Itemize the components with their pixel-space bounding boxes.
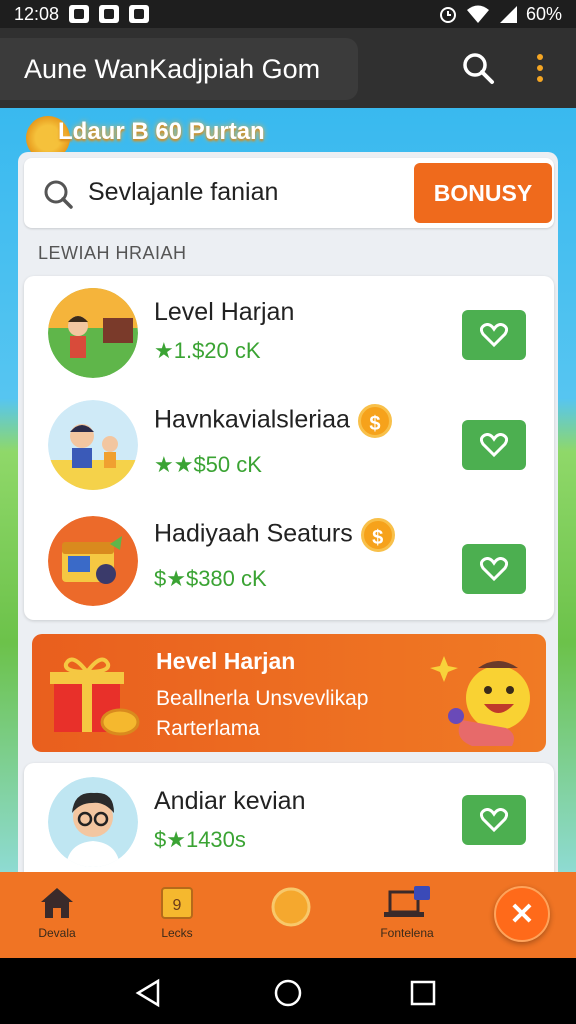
search-icon[interactable] — [460, 50, 496, 86]
heart-check-button[interactable] — [462, 795, 526, 845]
promo-title: Hevel Harjan — [156, 648, 296, 674]
recents-icon[interactable] — [408, 978, 438, 1008]
instagram-icon — [129, 5, 150, 23]
kids-avatar-icon — [48, 400, 138, 490]
row-title: Andiar kevian — [154, 787, 306, 815]
list-item[interactable]: Hadiyaah Seaturs $ $★$380 cK — [24, 504, 554, 618]
nav-item-laptop[interactable]: Fontelena — [362, 886, 452, 948]
heart-icon — [480, 808, 508, 832]
nav-item-compass[interactable] — [246, 886, 336, 948]
row-reward: ★1.$20 cK — [154, 338, 261, 363]
bottom-navigation: Devala 9 Lecks Fontelena ✕ — [0, 872, 576, 958]
heart-icon — [480, 323, 508, 347]
nav-item-home[interactable]: Devala — [12, 886, 102, 948]
home-icon — [41, 888, 73, 918]
banner-text: Ldaur B 60 Purtan — [58, 118, 265, 145]
laptop-icon — [384, 886, 430, 917]
treasure-chest-icon — [48, 516, 138, 606]
bonus-button[interactable]: BONUSY — [414, 163, 552, 223]
svg-text:9: 9 — [173, 897, 182, 914]
signal-icon — [499, 6, 517, 23]
app-title-container: Aune WanKadjpiah Gom — [0, 38, 358, 100]
list-item[interactable]: Andiar kevian $★1430s — [24, 763, 554, 872]
back-icon[interactable] — [134, 978, 164, 1008]
app-title: Aune WanKadjpiah Gom — [24, 53, 321, 84]
more-vert-icon[interactable] — [526, 50, 554, 86]
home-circle-icon[interactable] — [273, 978, 303, 1008]
promo-subtitle: Beallnerla Unsvevlikap Rarterlama — [156, 687, 369, 740]
search-bar: Sevlajanle fanian BONUSY — [24, 158, 554, 228]
smiley-mascot-icon — [430, 656, 530, 746]
app-bar: Aune WanKadjpiah Gom — [0, 28, 576, 108]
nav-label: Fontelena — [380, 926, 434, 940]
nav-label: Devala — [38, 926, 76, 940]
nav-label: Lecks — [161, 926, 193, 940]
list-item[interactable]: Level Harjan ★1.$20 cK — [24, 276, 554, 390]
message-icon — [99, 5, 120, 23]
status-bar: 12:08 60% — [0, 0, 576, 28]
row-title: Hadiyaah Seaturs $ — [154, 518, 395, 552]
row-title: Level Harjan — [154, 298, 295, 326]
boy-avatar-icon — [48, 288, 138, 378]
clock: 12:08 — [14, 3, 60, 24]
close-icon: ✕ — [509, 897, 535, 931]
coin-icon: $ — [357, 404, 392, 438]
wallet-icon: 9 — [161, 887, 193, 919]
gift-box-icon — [50, 657, 140, 736]
section-title: LEWIAH HRAIAH — [38, 243, 187, 263]
task-list: Level Harjan ★1.$20 cK Havnkavialsleriaa… — [24, 276, 554, 620]
main-content: Ldaur B 60 Purtan Sevlajanle fanian BONU… — [0, 108, 576, 872]
promo-banner[interactable]: Hevel Harjan Beallnerla Unsvevlikap Rart… — [32, 634, 546, 752]
system-navigation — [0, 958, 576, 1024]
row-reward: $★1430s — [154, 827, 246, 852]
row-title: Havnkavialsleriaa $ — [154, 404, 392, 438]
close-fab-button[interactable]: ✕ — [494, 886, 550, 942]
wifi-icon — [466, 5, 489, 23]
heart-check-button[interactable] — [462, 544, 526, 594]
heart-icon — [480, 557, 508, 581]
heart-check-button[interactable] — [462, 420, 526, 470]
app-notification-icon — [69, 5, 90, 23]
heart-icon — [480, 433, 508, 457]
heart-check-button[interactable] — [462, 310, 526, 360]
compass-icon — [271, 887, 311, 927]
search-input[interactable]: Sevlajanle fanian — [88, 178, 278, 207]
search-icon — [44, 180, 73, 209]
row-reward: ★★$50 cK — [154, 452, 262, 477]
nav-item-wallet[interactable]: 9 Lecks — [132, 886, 222, 948]
alarm-icon — [439, 7, 456, 23]
row-reward: $★$380 cK — [154, 566, 267, 591]
battery-level: 60% — [525, 3, 562, 24]
coin-icon: $ — [360, 518, 395, 552]
man-avatar-icon — [48, 777, 138, 867]
list-item[interactable]: Havnkavialsleriaa $ ★★$50 cK — [24, 390, 554, 504]
